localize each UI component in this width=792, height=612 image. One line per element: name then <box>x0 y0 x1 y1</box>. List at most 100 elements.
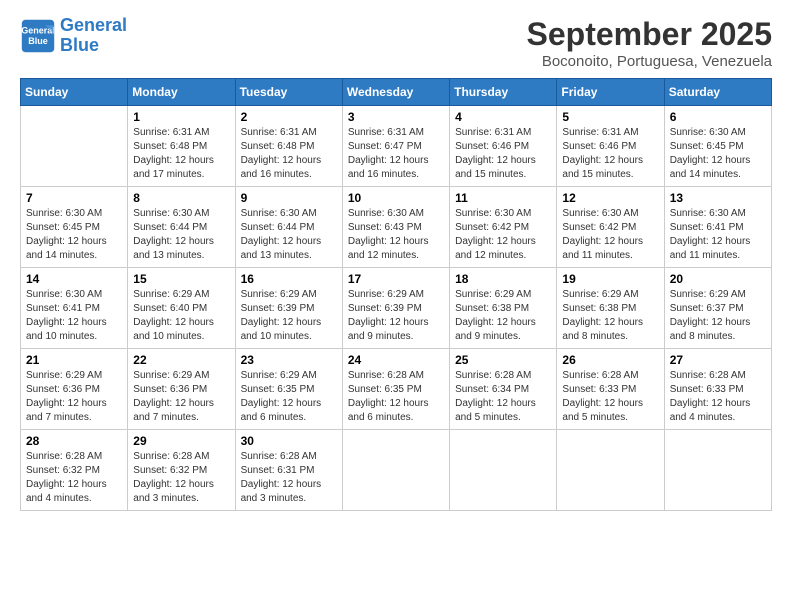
weekday-header-cell: Friday <box>557 79 664 106</box>
calendar-cell: 7Sunrise: 6:30 AMSunset: 6:45 PMDaylight… <box>21 187 128 268</box>
calendar-cell: 13 Sunrise: 6:30 AMSunset: 6:41 PMDayligh… <box>664 187 771 268</box>
day-number: 9 <box>241 191 337 205</box>
day-number: 8 <box>133 191 229 205</box>
logo-icon: General Blue <box>20 18 56 54</box>
day-number: 4 <box>455 110 551 124</box>
day-info: Sunrise: 6:30 AMSunset: 6:41 PMDaylight:… <box>670 207 766 263</box>
calendar-week-row: 7Sunrise: 6:30 AMSunset: 6:45 PMDaylight… <box>21 187 772 268</box>
calendar-table: SundayMondayTuesdayWednesdayThursdayFrid… <box>20 78 772 511</box>
day-info: Sunrise: 6:29 AMSunset: 6:38 PMDaylight:… <box>455 288 551 344</box>
day-info: Sunrise: 6:31 AMSunset: 6:46 PMDaylight:… <box>455 126 551 182</box>
day-info: Sunrise: 6:30 AMSunset: 6:44 PMDaylight:… <box>133 207 229 263</box>
calendar-cell: 1Sunrise: 6:31 AMSunset: 6:48 PMDaylight… <box>128 106 235 187</box>
logo-text: GeneralBlue <box>60 16 127 56</box>
day-info: Sunrise: 6:29 AMSunset: 6:39 PMDaylight:… <box>241 288 337 344</box>
calendar-cell: 15 Sunrise: 6:29 AMSunset: 6:40 PMDayligh… <box>128 268 235 349</box>
weekday-header-row: SundayMondayTuesdayWednesdayThursdayFrid… <box>21 79 772 106</box>
location-subtitle: Boconoito, Portuguesa, Venezuela <box>527 53 772 70</box>
day-info: Sunrise: 6:30 AMSunset: 6:45 PMDaylight:… <box>670 126 766 182</box>
calendar-cell: 17 Sunrise: 6:29 AMSunset: 6:39 PMDayligh… <box>342 268 449 349</box>
calendar-cell: 26Sunrise: 6:28 AMSunset: 6:33 PMDayligh… <box>557 349 664 430</box>
day-number: 7 <box>26 191 122 205</box>
calendar-cell: 12Sunrise: 6:30 AMSunset: 6:42 PMDayligh… <box>557 187 664 268</box>
weekday-header-cell: Saturday <box>664 79 771 106</box>
day-number: 3 <box>348 110 444 124</box>
calendar-cell: 27Sunrise: 6:28 AMSunset: 6:33 PMDayligh… <box>664 349 771 430</box>
calendar-cell: 11Sunrise: 6:30 AMSunset: 6:42 PMDayligh… <box>450 187 557 268</box>
day-info: Sunrise: 6:28 AMSunset: 6:31 PMDaylight:… <box>241 450 337 506</box>
day-number: 6 <box>670 110 766 124</box>
day-info: Sunrise: 6:31 AMSunset: 6:48 PMDaylight:… <box>241 126 337 182</box>
calendar-cell: 14Sunrise: 6:30 AMSunset: 6:41 PMDayligh… <box>21 268 128 349</box>
calendar-cell: 22 Sunrise: 6:29 AMSunset: 6:36 PMDayligh… <box>128 349 235 430</box>
day-info: Sunrise: 6:30 AMSunset: 6:42 PMDaylight:… <box>562 207 658 263</box>
calendar-cell: 24Sunrise: 6:28 AMSunset: 6:35 PMDayligh… <box>342 349 449 430</box>
weekday-header-cell: Thursday <box>450 79 557 106</box>
day-info: Sunrise: 6:30 AMSunset: 6:42 PMDaylight:… <box>455 207 551 263</box>
calendar-week-row: 28 Sunrise: 6:28 AMSunset: 6:32 PMDayligh… <box>21 430 772 511</box>
day-number: 27 <box>670 353 766 367</box>
calendar-cell <box>21 106 128 187</box>
day-number: 5 <box>562 110 658 124</box>
calendar-cell: 19 Sunrise: 6:29 AMSunset: 6:38 PMDayligh… <box>557 268 664 349</box>
calendar-cell: 25 Sunrise: 6:28 AMSunset: 6:34 PMDayligh… <box>450 349 557 430</box>
day-info: Sunrise: 6:29 AMSunset: 6:36 PMDaylight:… <box>133 369 229 425</box>
day-info: Sunrise: 6:30 AMSunset: 6:43 PMDaylight:… <box>348 207 444 263</box>
day-info: Sunrise: 6:28 AMSunset: 6:32 PMDaylight:… <box>133 450 229 506</box>
day-info: Sunrise: 6:31 AMSunset: 6:46 PMDaylight:… <box>562 126 658 182</box>
month-title: September 2025 <box>527 16 772 53</box>
day-info: Sunrise: 6:29 AMSunset: 6:40 PMDaylight:… <box>133 288 229 344</box>
calendar-cell: 5 Sunrise: 6:31 AMSunset: 6:46 PMDaylight… <box>557 106 664 187</box>
calendar-cell: 2 Sunrise: 6:31 AMSunset: 6:48 PMDaylight… <box>235 106 342 187</box>
calendar-cell: 21 Sunrise: 6:29 AMSunset: 6:36 PMDayligh… <box>21 349 128 430</box>
day-info: Sunrise: 6:29 AMSunset: 6:37 PMDaylight:… <box>670 288 766 344</box>
day-number: 25 <box>455 353 551 367</box>
calendar-cell: 30 Sunrise: 6:28 AMSunset: 6:31 PMDayligh… <box>235 430 342 511</box>
weekday-header-cell: Monday <box>128 79 235 106</box>
day-number: 2 <box>241 110 337 124</box>
calendar-cell: 10 Sunrise: 6:30 AMSunset: 6:43 PMDayligh… <box>342 187 449 268</box>
calendar-cell: 9Sunrise: 6:30 AMSunset: 6:44 PMDaylight… <box>235 187 342 268</box>
calendar-cell: 16Sunrise: 6:29 AMSunset: 6:39 PMDayligh… <box>235 268 342 349</box>
day-number: 17 <box>348 272 444 286</box>
day-number: 24 <box>348 353 444 367</box>
day-info: Sunrise: 6:28 AMSunset: 6:33 PMDaylight:… <box>562 369 658 425</box>
day-info: Sunrise: 6:28 AMSunset: 6:34 PMDaylight:… <box>455 369 551 425</box>
day-number: 22 <box>133 353 229 367</box>
svg-text:Blue: Blue <box>28 36 48 46</box>
day-number: 13 <box>670 191 766 205</box>
day-info: Sunrise: 6:29 AMSunset: 6:36 PMDaylight:… <box>26 369 122 425</box>
calendar-cell: 3 Sunrise: 6:31 AMSunset: 6:47 PMDaylight… <box>342 106 449 187</box>
weekday-header-cell: Sunday <box>21 79 128 106</box>
calendar-cell: 29Sunrise: 6:28 AMSunset: 6:32 PMDayligh… <box>128 430 235 511</box>
day-info: Sunrise: 6:28 AMSunset: 6:32 PMDaylight:… <box>26 450 122 506</box>
day-number: 30 <box>241 434 337 448</box>
calendar-cell: 18Sunrise: 6:29 AMSunset: 6:38 PMDayligh… <box>450 268 557 349</box>
calendar-week-row: 14Sunrise: 6:30 AMSunset: 6:41 PMDayligh… <box>21 268 772 349</box>
calendar-cell: 28 Sunrise: 6:28 AMSunset: 6:32 PMDayligh… <box>21 430 128 511</box>
calendar-cell: 6 Sunrise: 6:30 AMSunset: 6:45 PMDaylight… <box>664 106 771 187</box>
day-info: Sunrise: 6:29 AMSunset: 6:39 PMDaylight:… <box>348 288 444 344</box>
day-number: 19 <box>562 272 658 286</box>
day-info: Sunrise: 6:29 AMSunset: 6:38 PMDaylight:… <box>562 288 658 344</box>
calendar-body: 1Sunrise: 6:31 AMSunset: 6:48 PMDaylight… <box>21 106 772 511</box>
day-number: 21 <box>26 353 122 367</box>
calendar-cell: 8 Sunrise: 6:30 AMSunset: 6:44 PMDaylight… <box>128 187 235 268</box>
day-number: 23 <box>241 353 337 367</box>
day-info: Sunrise: 6:29 AMSunset: 6:35 PMDaylight:… <box>241 369 337 425</box>
day-info: Sunrise: 6:31 AMSunset: 6:47 PMDaylight:… <box>348 126 444 182</box>
day-number: 14 <box>26 272 122 286</box>
calendar-cell <box>664 430 771 511</box>
weekday-header-cell: Wednesday <box>342 79 449 106</box>
calendar-cell: 23 Sunrise: 6:29 AMSunset: 6:35 PMDayligh… <box>235 349 342 430</box>
day-number: 28 <box>26 434 122 448</box>
logo: General Blue GeneralBlue <box>20 16 127 56</box>
day-number: 10 <box>348 191 444 205</box>
calendar-cell <box>450 430 557 511</box>
calendar-week-row: 1Sunrise: 6:31 AMSunset: 6:48 PMDaylight… <box>21 106 772 187</box>
day-number: 15 <box>133 272 229 286</box>
calendar-cell: 20Sunrise: 6:29 AMSunset: 6:37 PMDayligh… <box>664 268 771 349</box>
weekday-header-cell: Tuesday <box>235 79 342 106</box>
calendar-week-row: 21 Sunrise: 6:29 AMSunset: 6:36 PMDayligh… <box>21 349 772 430</box>
calendar-cell <box>342 430 449 511</box>
